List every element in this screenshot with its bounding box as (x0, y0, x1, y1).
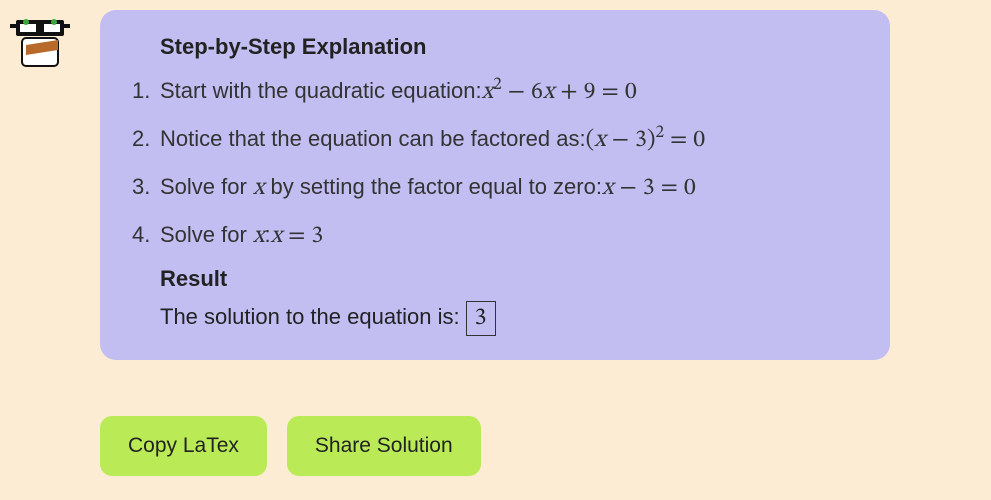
result-text: The solution to the equation is: (160, 296, 460, 338)
explanation-heading: Step-by-Step Explanation (160, 34, 860, 60)
step-math: (x−3)2=0 (586, 116, 706, 164)
step-math: x2−6x+9=0 (482, 68, 637, 116)
step-text: Notice that the equation can be factored… (160, 117, 586, 161)
step-num: 2. (132, 117, 160, 161)
step-text: Solve for x by setting the factor equal … (160, 164, 602, 212)
result-line: The solution to the equation is: 3 (160, 296, 860, 338)
explanation-card: Step-by-Step Explanation 1. Start with t… (100, 10, 890, 360)
action-bar: Copy LaTex Share Solution (100, 416, 481, 476)
step-math: x−3=0 (602, 164, 696, 212)
step-num: 1. (132, 69, 160, 113)
step-num: 3. (132, 165, 160, 209)
result-value: 3 (466, 301, 496, 336)
step-3: 3. Solve for x by setting the factor equ… (132, 164, 860, 212)
step-1: 1. Start with the quadratic equation: x2… (132, 68, 860, 116)
step-text: Start with the quadratic equation: (160, 69, 482, 113)
step-text: Solve for x: (160, 212, 271, 260)
result-heading: Result (160, 266, 860, 292)
avatar-icon (10, 10, 70, 70)
step-math: x=3 (271, 212, 324, 260)
copy-latex-button[interactable]: Copy LaTex (100, 416, 267, 476)
share-solution-button[interactable]: Share Solution (287, 416, 481, 476)
step-2: 2. Notice that the equation can be facto… (132, 116, 860, 164)
step-4: 4. Solve for x: x=3 (132, 212, 860, 260)
step-num: 4. (132, 213, 160, 257)
